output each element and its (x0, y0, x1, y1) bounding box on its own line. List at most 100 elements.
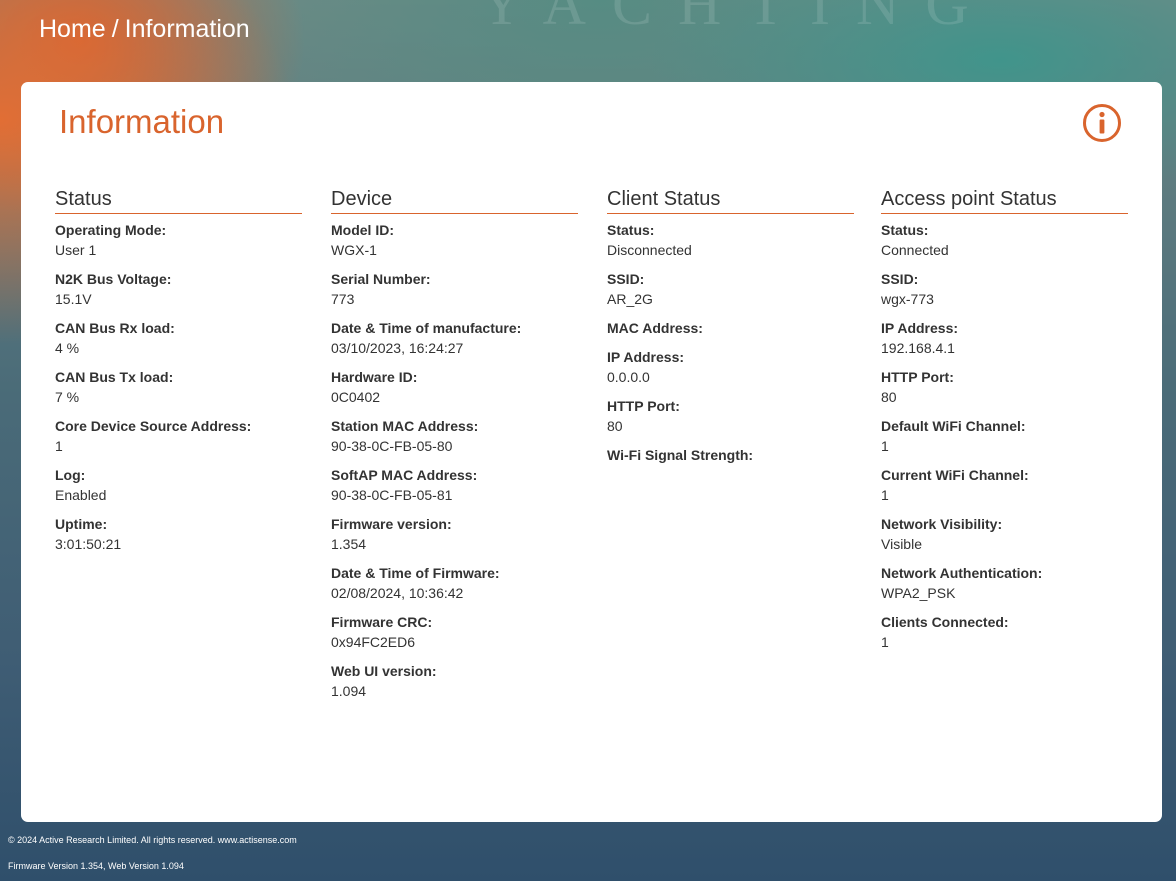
field-label: Wi-Fi Signal Strength: (607, 447, 754, 463)
field-label: Operating Mode: (55, 222, 167, 238)
field-client-ip: IP Address: 0.0.0.0 (607, 347, 854, 387)
field-can-bus-tx-load: CAN Bus Tx load: 7 % (55, 367, 302, 407)
field-station-mac: Station MAC Address: 90-38-0C-FB-05-80 (331, 416, 578, 456)
field-value: 0x94FC2ED6 (331, 634, 416, 650)
field-serial-number: Serial Number: 773 (331, 269, 578, 309)
field-value: 4 % (55, 340, 80, 356)
field-softap-mac: SoftAP MAC Address: 90-38-0C-FB-05-81 (331, 465, 578, 505)
column-heading: Client Status (607, 187, 854, 214)
client-status-column: Client Status Status: Disconnected SSID:… (607, 187, 854, 474)
field-label: N2K Bus Voltage: (55, 271, 172, 287)
footer-copyright: © 2024 Active Research Limited. All righ… (8, 835, 216, 845)
info-icon (1083, 104, 1121, 142)
field-firmware-date: Date & Time of Firmware: 02/08/2024, 10:… (331, 563, 578, 603)
field-client-mac: MAC Address: (607, 318, 854, 338)
field-value: WGX-1 (331, 242, 377, 258)
field-label: Firmware CRC: (331, 614, 433, 630)
field-client-http-port: HTTP Port: 80 (607, 396, 854, 436)
field-ap-status: Status: Connected (881, 220, 1128, 260)
field-label: Station MAC Address: (331, 418, 479, 434)
field-value: 03/10/2023, 16:24:27 (331, 340, 464, 356)
field-label: Core Device Source Address: (55, 418, 252, 434)
field-label: IP Address: (607, 349, 685, 365)
field-label: Status: (881, 222, 929, 238)
field-label: Model ID: (331, 222, 394, 238)
status-column: Status Operating Mode: User 1 N2K Bus Vo… (55, 187, 302, 563)
field-client-ssid: SSID: AR_2G (607, 269, 854, 309)
field-value: WPA2_PSK (881, 585, 956, 601)
watermark-logo: YACHTING (480, 0, 995, 37)
field-label: Uptime: (55, 516, 108, 532)
access-point-status-column: Access point Status Status: Connected SS… (881, 187, 1128, 661)
field-value: 773 (331, 291, 355, 307)
field-label: Log: (55, 467, 86, 483)
field-label: Date & Time of manufacture: (331, 320, 522, 336)
field-firmware-version: Firmware version: 1.354 (331, 514, 578, 554)
field-label: SSID: (881, 271, 919, 287)
field-value: Visible (881, 536, 922, 552)
field-label: Serial Number: (331, 271, 431, 287)
field-value: 0.0.0.0 (607, 369, 650, 385)
field-ap-clients-connected: Clients Connected: 1 (881, 612, 1128, 652)
field-label: Firmware version: (331, 516, 452, 532)
column-heading: Device (331, 187, 578, 214)
field-label: MAC Address: (607, 320, 703, 336)
field-label: IP Address: (881, 320, 959, 336)
field-value: 1.354 (331, 536, 367, 552)
field-log: Log: Enabled (55, 465, 302, 505)
field-value: AR_2G (607, 291, 653, 307)
footer-copyright-line: © 2024 Active Research Limited. All righ… (8, 834, 297, 846)
field-hardware-id: Hardware ID: 0C0402 (331, 367, 578, 407)
field-core-device-source-address: Core Device Source Address: 1 (55, 416, 302, 456)
field-label: SSID: (607, 271, 645, 287)
field-value: 90-38-0C-FB-05-81 (331, 487, 453, 503)
field-label: Hardware ID: (331, 369, 418, 385)
field-value: Disconnected (607, 242, 692, 258)
field-value: 1 (881, 487, 889, 503)
field-manufacture-date: Date & Time of manufacture: 03/10/2023, … (331, 318, 578, 358)
information-card: Information Status Operating Mode: User … (21, 82, 1162, 822)
field-client-status: Status: Disconnected (607, 220, 854, 260)
field-client-wifi-signal: Wi-Fi Signal Strength: (607, 445, 854, 465)
field-value: 192.168.4.1 (881, 340, 955, 356)
field-model-id: Model ID: WGX-1 (331, 220, 578, 260)
field-firmware-crc: Firmware CRC: 0x94FC2ED6 (331, 612, 578, 652)
field-label: SoftAP MAC Address: (331, 467, 478, 483)
column-heading: Access point Status (881, 187, 1128, 214)
field-label: Network Visibility: (881, 516, 1003, 532)
field-ap-http-port: HTTP Port: 80 (881, 367, 1128, 407)
field-value: 80 (607, 418, 623, 434)
field-label: Web UI version: (331, 663, 437, 679)
field-value: 15.1V (55, 291, 92, 307)
field-uptime: Uptime: 3:01:50:21 (55, 514, 302, 554)
field-ap-ip: IP Address: 192.168.4.1 (881, 318, 1128, 358)
field-value: Connected (881, 242, 949, 258)
footer-versions: Firmware Version 1.354, Web Version 1.09… (8, 861, 184, 871)
field-value: Enabled (55, 487, 107, 503)
field-label: Date & Time of Firmware: (331, 565, 500, 581)
field-label: Default WiFi Channel: (881, 418, 1026, 434)
field-operating-mode: Operating Mode: User 1 (55, 220, 302, 260)
field-label: CAN Bus Tx load: (55, 369, 174, 385)
footer-website-link[interactable]: www.actisense.com (218, 835, 297, 845)
field-can-bus-rx-load: CAN Bus Rx load: 4 % (55, 318, 302, 358)
device-column: Device Model ID: WGX-1 Serial Number: 77… (331, 187, 578, 710)
field-value: 1.094 (331, 683, 367, 699)
field-label: Network Authentication: (881, 565, 1043, 581)
field-web-ui-version: Web UI version: 1.094 (331, 661, 578, 701)
field-value: 02/08/2024, 10:36:42 (331, 585, 464, 601)
breadcrumb-home[interactable]: Home (39, 15, 106, 43)
field-n2k-bus-voltage: N2K Bus Voltage: 15.1V (55, 269, 302, 309)
field-label: Current WiFi Channel: (881, 467, 1029, 483)
field-value: 3:01:50:21 (55, 536, 122, 552)
field-value: 1 (881, 634, 889, 650)
field-value: 90-38-0C-FB-05-80 (331, 438, 453, 454)
field-ap-visibility: Network Visibility: Visible (881, 514, 1128, 554)
field-ap-current-channel: Current WiFi Channel: 1 (881, 465, 1128, 505)
field-ap-ssid: SSID: wgx-773 (881, 269, 1128, 309)
field-label: Clients Connected: (881, 614, 1009, 630)
field-value: 7 % (55, 389, 80, 405)
field-value: 0C0402 (331, 389, 381, 405)
column-heading: Status (55, 187, 302, 214)
field-label: Status: (607, 222, 655, 238)
